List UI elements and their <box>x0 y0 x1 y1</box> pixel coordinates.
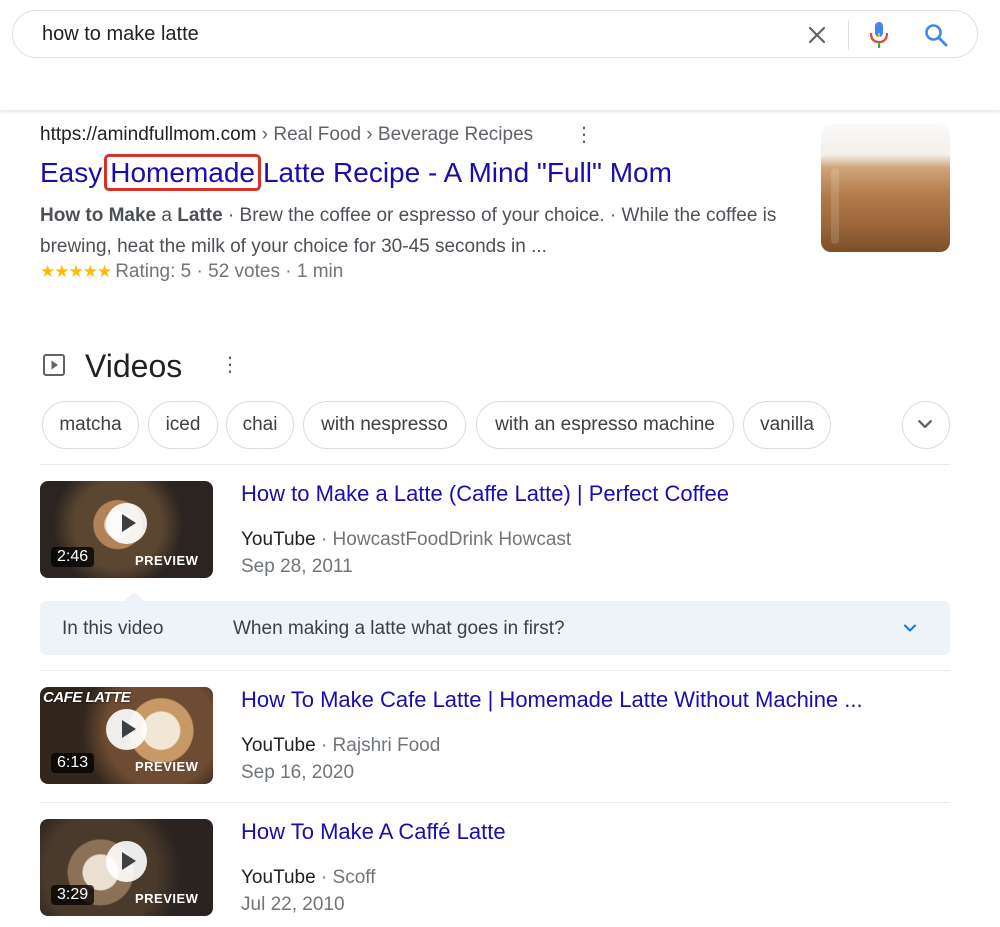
snippet-text: a <box>156 205 178 226</box>
video-platform: YouTube <box>241 867 316 888</box>
video-title-link[interactable]: How To Make A Caffé Latte <box>241 819 506 845</box>
clear-icon[interactable] <box>806 24 828 46</box>
search-icon[interactable] <box>923 22 949 48</box>
video-thumbnail[interactable]: 2:46 PREVIEW <box>40 481 213 578</box>
thumbnail-glass-shine <box>831 168 839 244</box>
video-source: YouTube · Rajshri Food <box>241 735 440 757</box>
highlighted-keyword: Homemade <box>104 154 261 191</box>
result-snippet: How to Make a Latte · Brew the coffee or… <box>40 200 810 262</box>
chip-with-nespresso[interactable]: with nespresso <box>303 401 466 449</box>
divider <box>40 464 950 465</box>
video-channel: · Rajshri Food <box>315 735 441 756</box>
result-breadcrumbs: › Real Food › Beverage Recipes <box>256 124 534 145</box>
play-icon[interactable] <box>106 709 147 750</box>
video-source: YouTube · Scoff <box>241 867 376 889</box>
result-title-part: Easy <box>40 157 103 188</box>
thumbnail-caption: CAFE LATTE <box>43 689 131 706</box>
search-divider <box>848 20 849 50</box>
videos-more-options-icon[interactable]: ⋮ <box>220 352 240 377</box>
refinement-chips: matcha iced chai with nespresso with an … <box>42 401 952 451</box>
video-thumbnail[interactable]: CAFE LATTE 6:13 PREVIEW <box>40 687 213 784</box>
result-title-part: Latte Recipe - A Mind "Full" Mom <box>262 157 672 188</box>
video-preview-label: PREVIEW <box>135 553 199 568</box>
video-platform: YouTube <box>241 735 316 756</box>
video-date: Sep 28, 2011 <box>241 556 353 577</box>
video-result[interactable]: 2:46 PREVIEW How to Make a Latte (Caffe … <box>40 481 950 591</box>
video-play-icon <box>43 354 65 376</box>
video-preview-label: PREVIEW <box>135 759 199 774</box>
result-thumbnail[interactable] <box>821 124 950 252</box>
result-url[interactable]: https://amindfullmom.com › Real Food › B… <box>40 124 533 146</box>
video-duration: 2:46 <box>51 547 95 567</box>
result-title-link[interactable]: Easy Homemade Latte Recipe - A Mind "Full"… <box>40 154 672 191</box>
search-header: how to make latte <box>0 0 1000 110</box>
video-duration: 3:29 <box>51 885 95 905</box>
result-domain: https://amindfullmom.com <box>40 124 257 145</box>
search-input[interactable]: how to make latte <box>42 23 199 46</box>
video-date: Jul 22, 2010 <box>241 894 345 915</box>
star-rating-icon: ★★★★★ <box>40 262 112 281</box>
rating-text: Rating: 5 · 52 votes · 1 min <box>115 261 344 282</box>
video-result[interactable]: 3:29 PREVIEW How To Make A Caffé Latte Y… <box>40 819 950 927</box>
video-title-link[interactable]: How to Make a Latte (Caffe Latte) | Perf… <box>241 481 729 507</box>
in-this-video-question[interactable]: When making a latte what goes in first? <box>233 618 565 640</box>
chip-matcha[interactable]: matcha <box>42 401 139 449</box>
chip-with-espresso-machine[interactable]: with an espresso machine <box>476 401 734 449</box>
video-channel: · HowcastFoodDrink Howcast <box>315 529 572 550</box>
chevron-down-icon[interactable] <box>902 620 918 636</box>
video-result[interactable]: CAFE LATTE 6:13 PREVIEW How To Make Cafe… <box>40 687 950 797</box>
videos-section-header: Videos ⋮ <box>40 344 340 384</box>
snippet-bold: How to Make <box>40 205 157 226</box>
in-this-video-label: In this video <box>62 618 164 639</box>
chip-chai[interactable]: chai <box>226 401 294 449</box>
organic-result: https://amindfullmom.com › Real Food › B… <box>40 122 950 292</box>
result-more-options-icon[interactable]: ⋮ <box>574 124 594 146</box>
divider <box>40 802 950 803</box>
video-date: Sep 16, 2020 <box>241 762 355 783</box>
video-title-link[interactable]: How To Make Cafe Latte | Homemade Latte … <box>241 687 863 713</box>
play-icon[interactable] <box>106 503 147 544</box>
search-box[interactable]: how to make latte <box>12 10 978 58</box>
divider <box>40 670 950 671</box>
chips-expand-button[interactable] <box>902 401 950 449</box>
chevron-down-icon <box>918 420 932 429</box>
snippet-bold: Latte <box>177 205 223 226</box>
videos-title: Videos <box>85 348 183 384</box>
video-channel: · Scoff <box>315 867 376 888</box>
chip-vanilla[interactable]: vanilla <box>743 401 831 449</box>
result-rating: ★★★★★ Rating: 5 · 52 votes · 1 min <box>40 261 343 283</box>
video-thumbnail[interactable]: 3:29 PREVIEW <box>40 819 213 916</box>
video-platform: YouTube <box>241 529 316 550</box>
play-icon[interactable] <box>106 841 147 882</box>
video-preview-label: PREVIEW <box>135 891 199 906</box>
video-source: YouTube · HowcastFoodDrink Howcast <box>241 529 571 551</box>
chip-iced[interactable]: iced <box>148 401 218 449</box>
in-this-video-panel[interactable]: In this video When making a latte what g… <box>40 592 950 655</box>
mic-icon[interactable] <box>868 20 890 50</box>
video-duration: 6:13 <box>51 753 95 773</box>
